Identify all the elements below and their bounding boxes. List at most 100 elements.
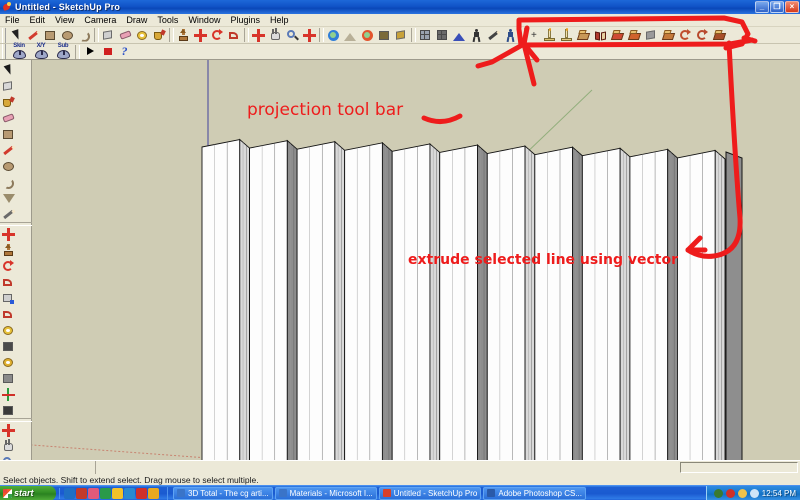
close-button[interactable]: × xyxy=(785,1,799,13)
share-component-tool[interactable] xyxy=(393,27,410,43)
tape-measure-tool[interactable] xyxy=(0,322,16,338)
ql-media-player-icon[interactable] xyxy=(76,487,87,499)
tray-nvidia-icon[interactable] xyxy=(713,488,723,498)
ql-utorrent-icon[interactable] xyxy=(100,487,111,499)
freehand-tool[interactable] xyxy=(0,206,16,222)
projection-wrap-tool[interactable] xyxy=(694,27,711,43)
make-component-tool[interactable] xyxy=(0,78,16,94)
menu-item-plugins[interactable]: Plugins xyxy=(225,14,265,27)
projection-cone-tool[interactable] xyxy=(626,27,643,43)
sandbox-from-contours[interactable] xyxy=(451,27,468,43)
corrugated-pleated-wall[interactable] xyxy=(201,138,743,460)
projection-book-tool[interactable] xyxy=(592,27,609,43)
menu-item-file[interactable]: File xyxy=(0,14,25,27)
projection-stand-tool[interactable] xyxy=(558,27,575,43)
scale-tool[interactable] xyxy=(0,290,16,306)
rotate-tool[interactable] xyxy=(0,258,16,274)
menu-item-draw[interactable]: Draw xyxy=(121,14,152,27)
projection-twist-tool[interactable] xyxy=(677,27,694,43)
move-tool[interactable] xyxy=(0,226,16,242)
stop-button[interactable] xyxy=(99,44,117,60)
pan-tool[interactable] xyxy=(267,27,284,43)
task-materials[interactable]: Materials - Microsoft I... xyxy=(274,486,377,500)
eraser-tool[interactable] xyxy=(0,110,16,126)
pan-tool[interactable] xyxy=(0,438,16,454)
skin-tool[interactable]: Skin xyxy=(8,43,30,59)
projection-ribbon-tool[interactable] xyxy=(609,27,626,43)
menu-item-help[interactable]: Help xyxy=(265,14,294,27)
projection-extrude-vector-tool[interactable] xyxy=(660,27,677,43)
minimize-button[interactable]: _ xyxy=(755,1,769,13)
iso-view[interactable] xyxy=(417,27,434,43)
rectangle-tool[interactable] xyxy=(0,126,16,142)
menu-item-camera[interactable]: Camera xyxy=(79,14,121,27)
move-tool[interactable] xyxy=(192,27,209,43)
select-tool[interactable] xyxy=(0,62,16,78)
projection-axis-tool[interactable] xyxy=(541,27,558,43)
push-pull-tool[interactable] xyxy=(175,27,192,43)
projection-plane-tool[interactable] xyxy=(575,27,592,43)
projection-toolbar-plus[interactable]: + xyxy=(527,30,541,41)
position-camera[interactable] xyxy=(468,27,485,43)
dimension-tool[interactable] xyxy=(0,338,16,354)
text-tool[interactable] xyxy=(0,370,16,386)
projection-wave-tool[interactable] xyxy=(711,27,728,43)
skin-xy-tool[interactable]: X/Y xyxy=(30,43,52,59)
toolbar-grip[interactable] xyxy=(521,27,525,43)
rotate-tool[interactable] xyxy=(209,27,226,43)
menu-item-view[interactable]: View xyxy=(50,14,79,27)
orbit-tool[interactable] xyxy=(0,422,16,438)
ql-winamp-icon[interactable] xyxy=(136,487,147,499)
projection-flatten-tool[interactable] xyxy=(643,27,660,43)
menu-item-window[interactable]: Window xyxy=(183,14,225,27)
menu-item-edit[interactable]: Edit xyxy=(25,14,51,27)
skin-sub-tool[interactable]: Sub xyxy=(52,43,74,59)
ql-internet-explorer-icon[interactable] xyxy=(64,487,75,499)
ql-smiley-icon[interactable] xyxy=(112,487,123,499)
task-photoshop[interactable]: Adobe Photoshop CS... xyxy=(483,486,586,500)
add-location-tool[interactable] xyxy=(325,27,342,43)
circle-tool[interactable] xyxy=(0,158,16,174)
start-button[interactable]: start xyxy=(0,485,56,500)
tape-measure-tool[interactable] xyxy=(134,27,151,43)
paint-bucket-tool[interactable] xyxy=(0,94,16,110)
line-tool[interactable] xyxy=(0,142,16,158)
circle-tool[interactable] xyxy=(59,27,76,43)
measurements-input[interactable] xyxy=(680,462,798,473)
maximize-button[interactable]: ❐ xyxy=(770,1,784,13)
polygon-tool[interactable] xyxy=(0,190,16,206)
wireframe-view[interactable] xyxy=(434,27,451,43)
menu-item-tools[interactable]: Tools xyxy=(152,14,183,27)
select-tool[interactable] xyxy=(8,27,25,43)
arc-tool[interactable] xyxy=(0,174,16,190)
toggle-terrain-tool[interactable] xyxy=(342,27,359,43)
photo-textures-tool[interactable] xyxy=(359,27,376,43)
zoom-tool[interactable] xyxy=(284,27,301,43)
rectangle-tool[interactable] xyxy=(42,27,59,43)
arc-tool[interactable] xyxy=(76,27,93,43)
paint-bucket-tool[interactable] xyxy=(151,27,168,43)
offset-tool[interactable] xyxy=(0,306,16,322)
protractor-tool[interactable] xyxy=(0,354,16,370)
share-model-tool[interactable] xyxy=(376,27,393,43)
orbit-tool[interactable] xyxy=(250,27,267,43)
look-around[interactable] xyxy=(485,27,502,43)
ql-maps-icon[interactable] xyxy=(124,487,135,499)
ql-messenger-icon[interactable] xyxy=(88,487,99,499)
toolbar-grip[interactable] xyxy=(2,44,6,59)
make-component-tool[interactable] xyxy=(100,27,117,43)
task-sketchup[interactable]: Untitled - SketchUp Pro xyxy=(378,486,482,500)
follow-me-tool[interactable] xyxy=(226,27,243,43)
tray-volume-icon[interactable] xyxy=(749,488,759,498)
3d-text-tool[interactable] xyxy=(0,402,16,418)
ql-explorer-icon[interactable] xyxy=(148,487,159,499)
line-tool[interactable] xyxy=(25,27,42,43)
follow-me-tool[interactable] xyxy=(0,274,16,290)
push-pull-tool[interactable] xyxy=(0,242,16,258)
tray-network-icon[interactable] xyxy=(737,488,747,498)
eraser-tool[interactable] xyxy=(117,27,134,43)
tray-antivirus-icon[interactable] xyxy=(725,488,735,498)
zoom-extents-tool[interactable] xyxy=(301,27,318,43)
play-button[interactable] xyxy=(81,44,99,60)
help-button[interactable]: ? xyxy=(117,44,135,60)
